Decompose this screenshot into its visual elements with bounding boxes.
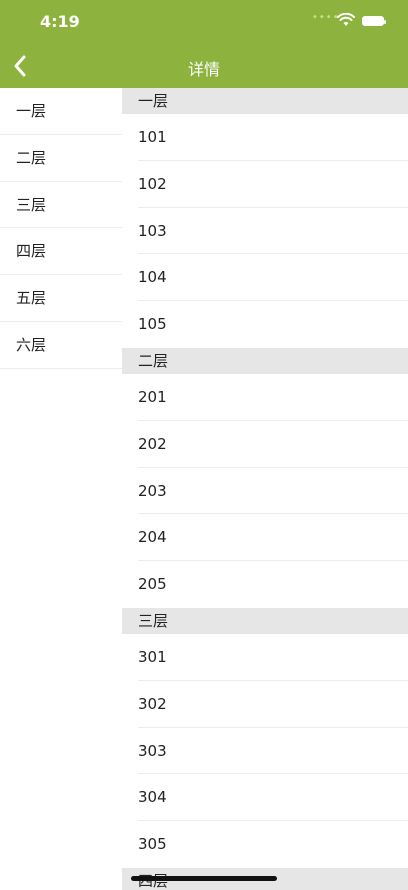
- status-bar: 4:19 ••••: [0, 0, 408, 44]
- status-time: 4:19: [40, 12, 80, 31]
- nav-bar: 详情: [0, 44, 408, 88]
- room-row[interactable]: 205: [138, 561, 408, 608]
- page-title: 详情: [187, 60, 220, 79]
- room-row[interactable]: 302: [138, 681, 408, 728]
- sidebar-item-label: 四层: [16, 242, 47, 261]
- room-row[interactable]: 202: [138, 421, 408, 468]
- room-row[interactable]: 301: [138, 634, 408, 681]
- battery-icon: [362, 16, 386, 26]
- room-row[interactable]: 203: [138, 468, 408, 515]
- home-indicator[interactable]: [131, 876, 277, 881]
- room-row[interactable]: 105: [138, 301, 408, 348]
- room-row[interactable]: 303: [138, 728, 408, 775]
- room-row[interactable]: 104: [138, 254, 408, 302]
- sidebar-item-floor[interactable]: 三层: [0, 182, 122, 229]
- sidebar-item-label: 三层: [16, 195, 47, 214]
- room-row[interactable]: 304: [138, 774, 408, 822]
- section-header: 一层: [122, 88, 408, 114]
- room-row[interactable]: 102: [138, 161, 408, 208]
- section-header: 二层: [122, 347, 408, 374]
- sidebar-item-label: 五层: [16, 289, 47, 308]
- section-header: 三层: [122, 607, 408, 634]
- room-row[interactable]: 201: [138, 374, 408, 421]
- room-row[interactable]: 103: [138, 208, 408, 255]
- sidebar-item-label: 一层: [16, 102, 47, 120]
- room-row[interactable]: 305: [138, 821, 408, 868]
- sidebar-item-floor[interactable]: 一层: [0, 88, 122, 135]
- sidebar-item-floor[interactable]: 四层: [0, 228, 122, 276]
- room-row[interactable]: 101: [138, 114, 408, 161]
- sidebar-item-floor[interactable]: 五层: [0, 275, 122, 322]
- floor-sidebar: 一层二层三层四层五层六层: [0, 88, 122, 890]
- sidebar-item-floor[interactable]: 六层: [0, 322, 122, 369]
- wifi-icon: [337, 13, 355, 26]
- sidebar-item-floor[interactable]: 二层: [0, 135, 122, 182]
- room-row[interactable]: 204: [138, 514, 408, 562]
- cellular-signal-icon: ••••: [312, 12, 340, 23]
- sidebar-item-label: 六层: [16, 335, 47, 354]
- room-list: 一层 101 102 103 104 105 二层 201 202 203 204 205 三层 301 3…: [122, 88, 408, 890]
- sidebar-item-label: 二层: [16, 148, 47, 167]
